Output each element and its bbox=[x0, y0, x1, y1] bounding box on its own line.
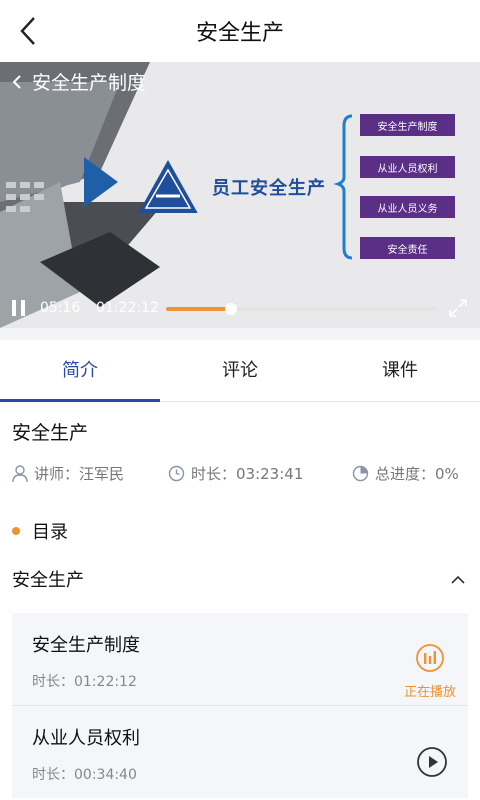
tab-courseware[interactable]: 课件 bbox=[320, 340, 480, 401]
lesson-name: 从业人员权利 bbox=[32, 728, 140, 749]
tab-bar: 简介 评论 课件 bbox=[0, 340, 480, 402]
progress-info: 总进度：0% bbox=[352, 463, 459, 484]
video-title: 安全生产制度 bbox=[32, 72, 147, 94]
video-player[interactable]: 安全生产制度 员工安全生产 安全生产制度 从业人员权利 从业人员义务 安全责任 … bbox=[0, 62, 480, 328]
lesson-name: 安全生产制度 bbox=[32, 635, 140, 656]
section-gap bbox=[0, 328, 480, 340]
duration-info: 时长：03:23:41 bbox=[168, 463, 303, 484]
lesson-duration: 时长：00:34:40 bbox=[32, 767, 137, 783]
now-playing-status: 正在播放 bbox=[400, 643, 460, 700]
page-title: 安全生产 bbox=[195, 21, 284, 46]
total-time: 01:22:12 bbox=[96, 300, 159, 316]
user-icon bbox=[12, 464, 28, 482]
slide-heading: 员工安全生产 bbox=[212, 178, 326, 199]
progress-text: 总进度：0% bbox=[375, 465, 459, 483]
slide-outline-item: 安全责任 bbox=[360, 237, 455, 259]
teacher-text: 讲师：汪军民 bbox=[34, 465, 125, 483]
course-title: 安全生产 bbox=[12, 422, 89, 444]
top-bar: 安全生产 bbox=[0, 0, 480, 62]
lesson-item[interactable]: 从业人员权利 时长：00:34:40 bbox=[12, 706, 468, 798]
duration-text: 时长：03:23:41 bbox=[191, 465, 304, 483]
lesson-duration: 时长：01:22:12 bbox=[32, 674, 137, 690]
now-playing-label: 正在播放 bbox=[403, 685, 456, 700]
slide-outline-item: 安全生产制度 bbox=[360, 114, 455, 136]
chapter-title: 安全生产 bbox=[12, 570, 84, 591]
slide-outline-item: 从业人员权利 bbox=[360, 156, 455, 178]
playing-bars-icon bbox=[416, 644, 444, 672]
tab-comments[interactable]: 评论 bbox=[160, 340, 320, 401]
tab-intro[interactable]: 简介 bbox=[0, 340, 160, 402]
catalog-heading: 目录 bbox=[12, 518, 68, 544]
pie-chart-icon bbox=[352, 465, 369, 482]
chevron-up-icon[interactable] bbox=[448, 570, 468, 590]
progress-track[interactable] bbox=[166, 303, 436, 315]
catalog-label: 目录 bbox=[32, 522, 68, 543]
pause-icon[interactable] bbox=[12, 300, 28, 318]
bullet-dot bbox=[12, 527, 20, 535]
lesson-item[interactable]: 安全生产制度 时长：01:22:12 正在播放 bbox=[12, 613, 468, 705]
back-arrow-icon[interactable] bbox=[14, 14, 44, 48]
progress-knob[interactable] bbox=[224, 303, 237, 315]
progress-fill bbox=[166, 307, 231, 311]
slide-outline-item: 从业人员义务 bbox=[360, 196, 455, 218]
teacher-info: 讲师：汪军民 bbox=[12, 463, 124, 484]
current-time: 05:16 bbox=[40, 300, 81, 316]
play-circle-icon[interactable] bbox=[416, 746, 448, 778]
player-controls: 05:16 01:22:12 bbox=[0, 290, 480, 328]
clock-icon bbox=[168, 465, 185, 482]
video-title-row[interactable]: 安全生产制度 bbox=[12, 68, 146, 95]
chevron-left-icon[interactable] bbox=[12, 74, 22, 90]
fullscreen-icon[interactable] bbox=[448, 298, 468, 318]
chapter-row[interactable]: 安全生产 bbox=[12, 566, 468, 598]
